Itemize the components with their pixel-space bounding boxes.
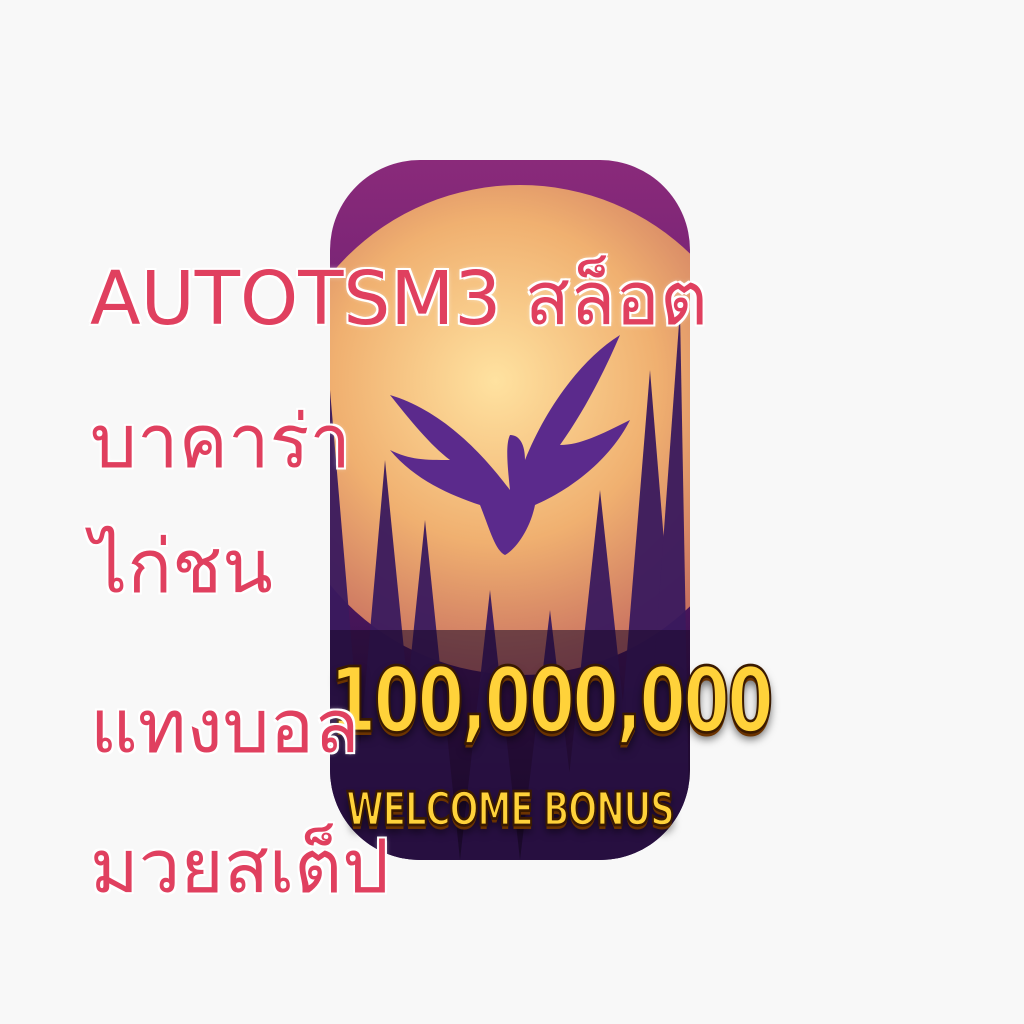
overlay-line-boxing-step: มวยสเต็ป — [90, 824, 390, 910]
overlay-line-cockfight: ไก่ชน — [90, 524, 273, 610]
overlay-line-autotsm3-slot: AUTOTSM3 สล็อต — [90, 256, 708, 342]
overlay-line-football-betting: แทงบอล — [90, 684, 360, 770]
overlay-line-baccarat: บาคาร่า — [90, 399, 351, 485]
bonus-amount: 100,000,000 — [329, 647, 774, 754]
